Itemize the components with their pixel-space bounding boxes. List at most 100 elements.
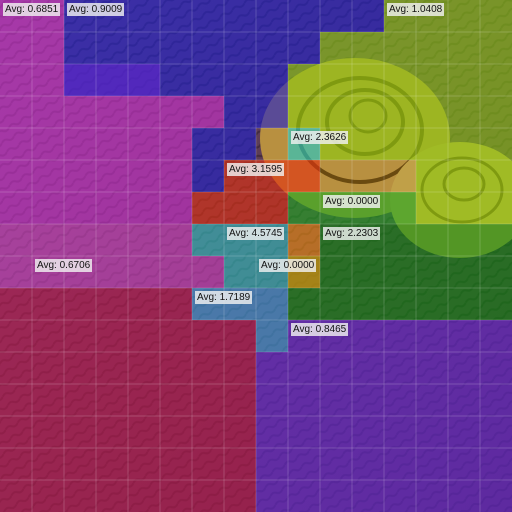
region-cell [160, 0, 192, 32]
region-cell [416, 480, 448, 512]
region-cell [192, 256, 224, 288]
region-cell [64, 352, 96, 384]
avg-label: Avg: 2.3626 [291, 131, 349, 144]
region-cell [224, 192, 256, 224]
region-cell [320, 0, 352, 32]
region-cell [224, 480, 256, 512]
region-cell [416, 352, 448, 384]
region-cell [0, 128, 32, 160]
region-cell [32, 128, 64, 160]
region-cell [128, 416, 160, 448]
region-cell [0, 256, 32, 288]
region-cell [96, 320, 128, 352]
region-cell [64, 288, 96, 320]
region-cell [320, 352, 352, 384]
region-cell [128, 0, 160, 32]
region-cell [0, 64, 32, 96]
region-cell [0, 160, 32, 192]
region-cell [352, 384, 384, 416]
region-cell [448, 192, 480, 224]
region-cell [96, 160, 128, 192]
region-cell [352, 320, 384, 352]
region-cell [416, 32, 448, 64]
region-cell [416, 96, 448, 128]
region-cell [192, 128, 224, 160]
region-cell [192, 0, 224, 32]
region-cell [160, 416, 192, 448]
region-cell [160, 448, 192, 480]
region-cell [64, 448, 96, 480]
region-cell [160, 128, 192, 160]
region-cell [480, 352, 512, 384]
region-cell [0, 32, 32, 64]
region-cell [192, 480, 224, 512]
region-cell [448, 64, 480, 96]
region-cell [96, 64, 128, 96]
region-cell [480, 128, 512, 160]
region-cell [32, 480, 64, 512]
region-cell [448, 160, 480, 192]
region-cell [224, 256, 256, 288]
avg-label: Avg: 1.0408 [387, 3, 445, 16]
region-cell [448, 352, 480, 384]
region-cell [64, 128, 96, 160]
region-cell [32, 320, 64, 352]
region-cell [352, 352, 384, 384]
avg-label: Avg: 2.2303 [323, 227, 381, 240]
region-cell [320, 256, 352, 288]
region-cell [96, 480, 128, 512]
region-cell [0, 448, 32, 480]
region-cell [32, 384, 64, 416]
region-cell [64, 64, 96, 96]
region-cell [288, 384, 320, 416]
region-cell [448, 224, 480, 256]
region-cell [160, 480, 192, 512]
region-cell [480, 448, 512, 480]
region-cell [192, 224, 224, 256]
region-cell [192, 416, 224, 448]
region-cell [32, 32, 64, 64]
region-cell [96, 192, 128, 224]
region-cell [192, 96, 224, 128]
region-cell [416, 224, 448, 256]
region-cell [352, 0, 384, 32]
region-cell [480, 256, 512, 288]
region-cell [320, 96, 352, 128]
region-cell [288, 352, 320, 384]
region-cell [256, 192, 288, 224]
region-cell [160, 320, 192, 352]
region-cell [32, 448, 64, 480]
region-cell [192, 160, 224, 192]
region-cell [192, 192, 224, 224]
region-cell [256, 448, 288, 480]
region-cell [0, 224, 32, 256]
region-cell [480, 160, 512, 192]
region-cell [480, 480, 512, 512]
region-cell [448, 320, 480, 352]
region-cell [96, 384, 128, 416]
region-cell [160, 32, 192, 64]
region-cell [480, 0, 512, 32]
region-cell [480, 192, 512, 224]
region-cell [224, 320, 256, 352]
region-cell [32, 416, 64, 448]
region-cell [224, 96, 256, 128]
region-cell [416, 160, 448, 192]
region-cell [192, 64, 224, 96]
region-overlay [0, 0, 512, 512]
region-cell [0, 416, 32, 448]
region-cell [128, 224, 160, 256]
region-cell [384, 128, 416, 160]
region-cell [352, 32, 384, 64]
region-cell [128, 192, 160, 224]
region-lime [288, 0, 512, 224]
region-cell [0, 96, 32, 128]
region-cell [320, 480, 352, 512]
region-cell [480, 288, 512, 320]
region-cell [32, 224, 64, 256]
region-cell [448, 416, 480, 448]
region-cell [352, 448, 384, 480]
region-cell [128, 352, 160, 384]
region-cell [448, 128, 480, 160]
region-cell [160, 224, 192, 256]
